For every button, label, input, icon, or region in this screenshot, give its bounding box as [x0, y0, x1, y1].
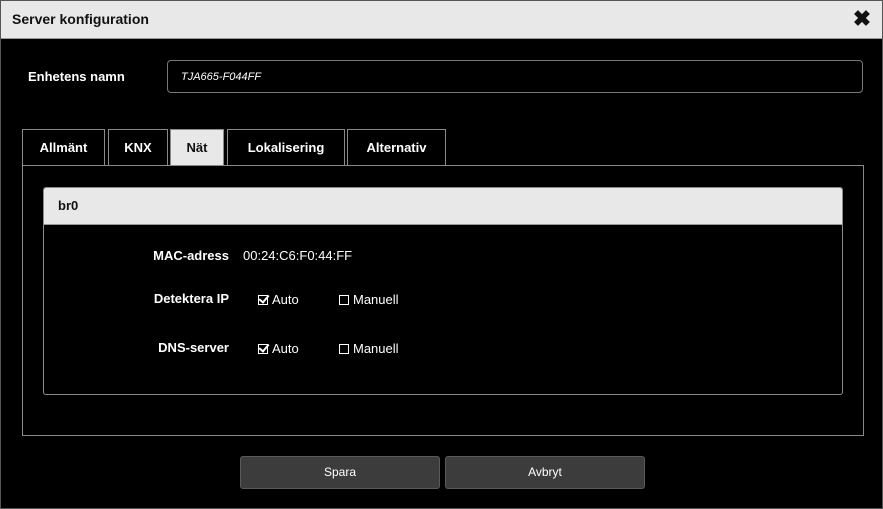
dns-manual-label: Manuell — [353, 341, 399, 356]
tab-knx[interactable]: KNX — [108, 129, 168, 165]
dns-auto-option[interactable]: Auto — [258, 341, 299, 356]
close-icon[interactable]: ✖ — [851, 7, 873, 31]
device-name-input[interactable] — [167, 60, 863, 93]
dialog-titlebar: Server konfiguration ✖ — [1, 1, 882, 39]
detect-ip-manual-label: Manuell — [353, 292, 399, 307]
tab-lokalisering[interactable]: Lokalisering — [227, 129, 345, 165]
detect-ip-auto-checkbox[interactable] — [258, 294, 268, 305]
dialog-title: Server konfiguration — [12, 11, 149, 27]
mac-value: 00:24:C6:F0:44:FF — [243, 248, 353, 263]
detect-ip-label: Detektera IP — [153, 291, 229, 306]
save-button[interactable]: Spara — [240, 456, 440, 489]
detect-ip-auto-label: Auto — [272, 292, 299, 307]
interface-header: br0 — [44, 188, 842, 225]
interface-box: br0 MAC-adress 00:24:C6:F0:44:FF Detekte… — [43, 187, 843, 395]
tab-alternativ[interactable]: Alternativ — [347, 129, 446, 165]
mac-label: MAC-adress — [153, 248, 229, 263]
tab-allmant[interactable]: Allmänt — [22, 129, 105, 165]
dns-manual-checkbox[interactable] — [339, 343, 349, 354]
dns-label: DNS-server — [158, 340, 229, 355]
cancel-button[interactable]: Avbryt — [445, 456, 645, 489]
dns-manual-option[interactable]: Manuell — [339, 341, 399, 356]
device-name-label: Enhetens namn — [28, 69, 125, 84]
detect-ip-auto-option[interactable]: Auto — [258, 292, 299, 307]
dns-auto-label: Auto — [272, 341, 299, 356]
detect-ip-manual-option[interactable]: Manuell — [339, 292, 399, 307]
dns-auto-checkbox[interactable] — [258, 343, 268, 354]
interface-name: br0 — [58, 198, 79, 213]
server-config-dialog: Server konfiguration ✖ Enhetens namn All… — [0, 0, 883, 509]
tab-nat[interactable]: Nät — [170, 129, 224, 166]
detect-ip-manual-checkbox[interactable] — [339, 294, 349, 305]
tab-panel-nat: br0 MAC-adress 00:24:C6:F0:44:FF Detekte… — [22, 165, 864, 436]
